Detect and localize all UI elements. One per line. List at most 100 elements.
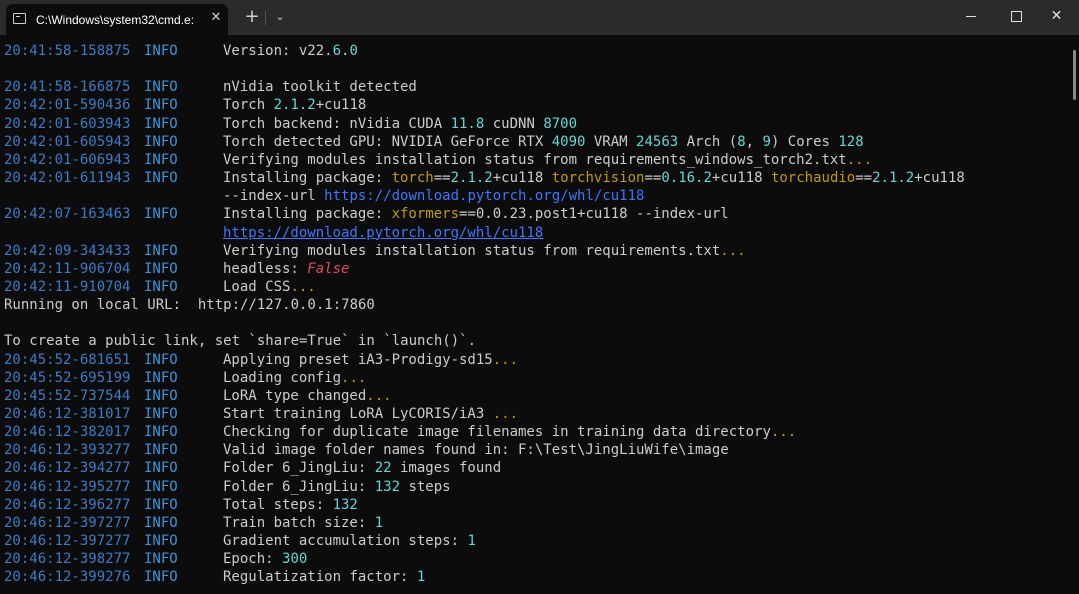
log-message: Gradient accumulation steps: 1 — [223, 532, 476, 550]
log-segment: 2.1.2 — [872, 170, 915, 187]
log-segment: cuDNN — [484, 115, 544, 132]
log-text: Running on local URL: http://127.0.0.1:7… — [4, 297, 375, 314]
log-segment: 132 — [332, 496, 358, 513]
log-timestamp: 20:41:58-158875 — [4, 43, 131, 59]
log-timestamp: 20:46:12-399276 — [4, 569, 131, 586]
log-timestamp: 20:45:52-695199 — [4, 369, 131, 386]
log-segment: 1 — [374, 514, 384, 531]
terminal-output[interactable]: 20:41:58-158875 INFO Version: v22.6.0 20:41… — [0, 35, 1079, 594]
log-line: 20:46:12-382017 INFO Checking for duplicat… — [4, 423, 1064, 441]
log-level: INFO — [144, 278, 178, 295]
log-message: Torch detected GPU: NVIDIA GeForce RTX 4… — [223, 133, 864, 151]
log-segment: torch — [391, 170, 434, 187]
log-line: 20:42:11-906704 INFO headless: False — [4, 260, 1064, 278]
log-segment[interactable]: https://download.pytorch.org/whl/cu118 — [324, 188, 644, 204]
log-line: 20:42:01-611943 INFO Installing package: t… — [4, 169, 1064, 187]
tab-cmd[interactable]: C:\Windows\system32\cmd.e: ✕ — [6, 4, 228, 35]
log-segment: Epoch: — [223, 551, 283, 568]
log-message: Verifying modules installation status fr… — [223, 242, 746, 260]
log-message: Version: v22.6.0 — [223, 42, 358, 60]
log-segment: Applying preset iA3-Prodigy-sd15 — [223, 351, 493, 368]
log-line: 20:46:12-396277 INFO Total steps: 132 — [4, 496, 1064, 514]
log-segment: Checking for duplicate image filenames i… — [223, 424, 771, 441]
log-segment: Installing package: — [223, 170, 392, 187]
log-level: INFO — [144, 424, 178, 441]
log-message: Applying preset iA3-Prodigy-sd15... — [223, 351, 518, 369]
log-level: INFO — [144, 496, 178, 513]
tab-divider — [265, 11, 266, 25]
log-line: 20:46:12-397277 INFO Gradient accumulation… — [4, 532, 1064, 550]
log-segment: , — [745, 133, 763, 150]
log-segment: Installing package: — [223, 206, 392, 223]
log-level: INFO — [144, 551, 178, 568]
log-line: 20:41:58-158875 INFO Version: v22.6.0 — [4, 42, 1064, 60]
log-timestamp: 20:46:12-393277 — [4, 442, 131, 459]
log-segment: 1 — [467, 533, 476, 550]
log-segment: ... — [846, 151, 873, 168]
log-segment: ... — [770, 424, 797, 441]
log-line: 20:46:12-397277 INFO Train batch size: 1 — [4, 514, 1064, 532]
chevron-down-icon[interactable]: ⌄ — [271, 8, 289, 26]
log-timestamp: 20:46:12-394277 — [4, 460, 131, 477]
log-segment: ... — [492, 406, 519, 422]
log-segment: 4090 — [551, 133, 586, 150]
log-segment: +cu118 — [914, 170, 965, 187]
log-segment: == — [855, 170, 873, 187]
log-line: --index-url https://download.pytorch.org… — [4, 187, 1064, 205]
log-message: Installing package: torch==2.1.2+cu118 t… — [223, 169, 965, 187]
terminal-window: C:\Windows\system32\cmd.e: ✕ + ⌄ ✕ 20:41… — [0, 0, 1079, 594]
log-timestamp: 20:46:12-397277 — [4, 514, 131, 531]
log-line: 20:42:09-343433 INFO Verifying modules ins… — [4, 242, 1064, 260]
title-bar: C:\Windows\system32\cmd.e: ✕ + ⌄ ✕ — [0, 0, 1079, 35]
log-level: INFO — [144, 97, 178, 114]
log-segment: ... — [341, 369, 367, 386]
new-tab-button[interactable]: + — [243, 8, 261, 26]
log-segment: Gradient accumulation steps: — [223, 533, 468, 550]
log-line: 20:46:12-398277 INFO Epoch: 300 — [4, 550, 1064, 568]
log-segment: headless: — [223, 260, 308, 277]
log-segment: --index-url — [223, 188, 325, 205]
minimize-button[interactable] — [949, 0, 994, 32]
close-button[interactable]: ✕ — [1034, 0, 1079, 32]
log-segment: == — [644, 170, 662, 187]
log-segment: Torch backend: nVidia CUDA — [223, 115, 451, 132]
log-segment: ) Cores — [770, 133, 839, 150]
log-segment: +cu118 — [492, 170, 552, 187]
log-segment: 2.1.2 — [450, 170, 493, 187]
log-level: INFO — [144, 387, 178, 404]
log-level: INFO — [144, 133, 178, 150]
log-text: To create a public link, set `share=True… — [4, 333, 477, 350]
log-segment: images found — [391, 460, 502, 477]
log-segment: Arch ( — [678, 133, 738, 150]
log-level: INFO — [144, 151, 178, 168]
log-level: INFO — [144, 43, 178, 59]
log-level: INFO — [144, 260, 178, 277]
log-level: INFO — [144, 406, 178, 422]
scrollbar-thumb[interactable] — [1073, 50, 1076, 100]
log-segment: torchvision — [551, 170, 645, 187]
log-line: https://download.pytorch.org/whl/cu118 — [4, 224, 1064, 242]
tab-close-icon[interactable]: ✕ — [208, 10, 224, 26]
log-line: 20:41:58-166875 INFO nVidia toolkit detect… — [4, 78, 1064, 96]
maximize-button[interactable] — [994, 0, 1039, 32]
log-message: Regulatization factor: 1 — [223, 568, 425, 586]
log-segment: VRAM — [585, 133, 637, 150]
log-segment: Verifying modules installation status fr… — [223, 151, 847, 168]
log-level: INFO — [144, 170, 178, 187]
log-message: Folder 6_JingLiu: 132 steps — [223, 478, 451, 496]
log-timestamp: 20:42:01-605943 — [4, 133, 131, 150]
log-timestamp: 20:46:12-396277 — [4, 496, 131, 513]
log-link[interactable]: https://download.pytorch.org/whl/cu118 — [223, 225, 543, 241]
log-segment: Folder 6_JingLiu: — [223, 478, 375, 495]
log-timestamp: 20:46:12-395277 — [4, 478, 131, 495]
log-segment: Load CSS — [223, 278, 291, 295]
log-line: 20:46:12-395277 INFO Folder 6_JingLiu: 132… — [4, 478, 1064, 496]
log-message: --index-url https://download.pytorch.org… — [223, 187, 644, 205]
log-timestamp: 20:46:12-382017 — [4, 424, 131, 441]
log-message: Train batch size: 1 — [223, 514, 383, 532]
log-segment: +cu118 — [711, 170, 771, 187]
log-segment: Valid image folder names found in: F:\Te… — [223, 442, 729, 459]
log-segment: ... — [720, 242, 746, 259]
